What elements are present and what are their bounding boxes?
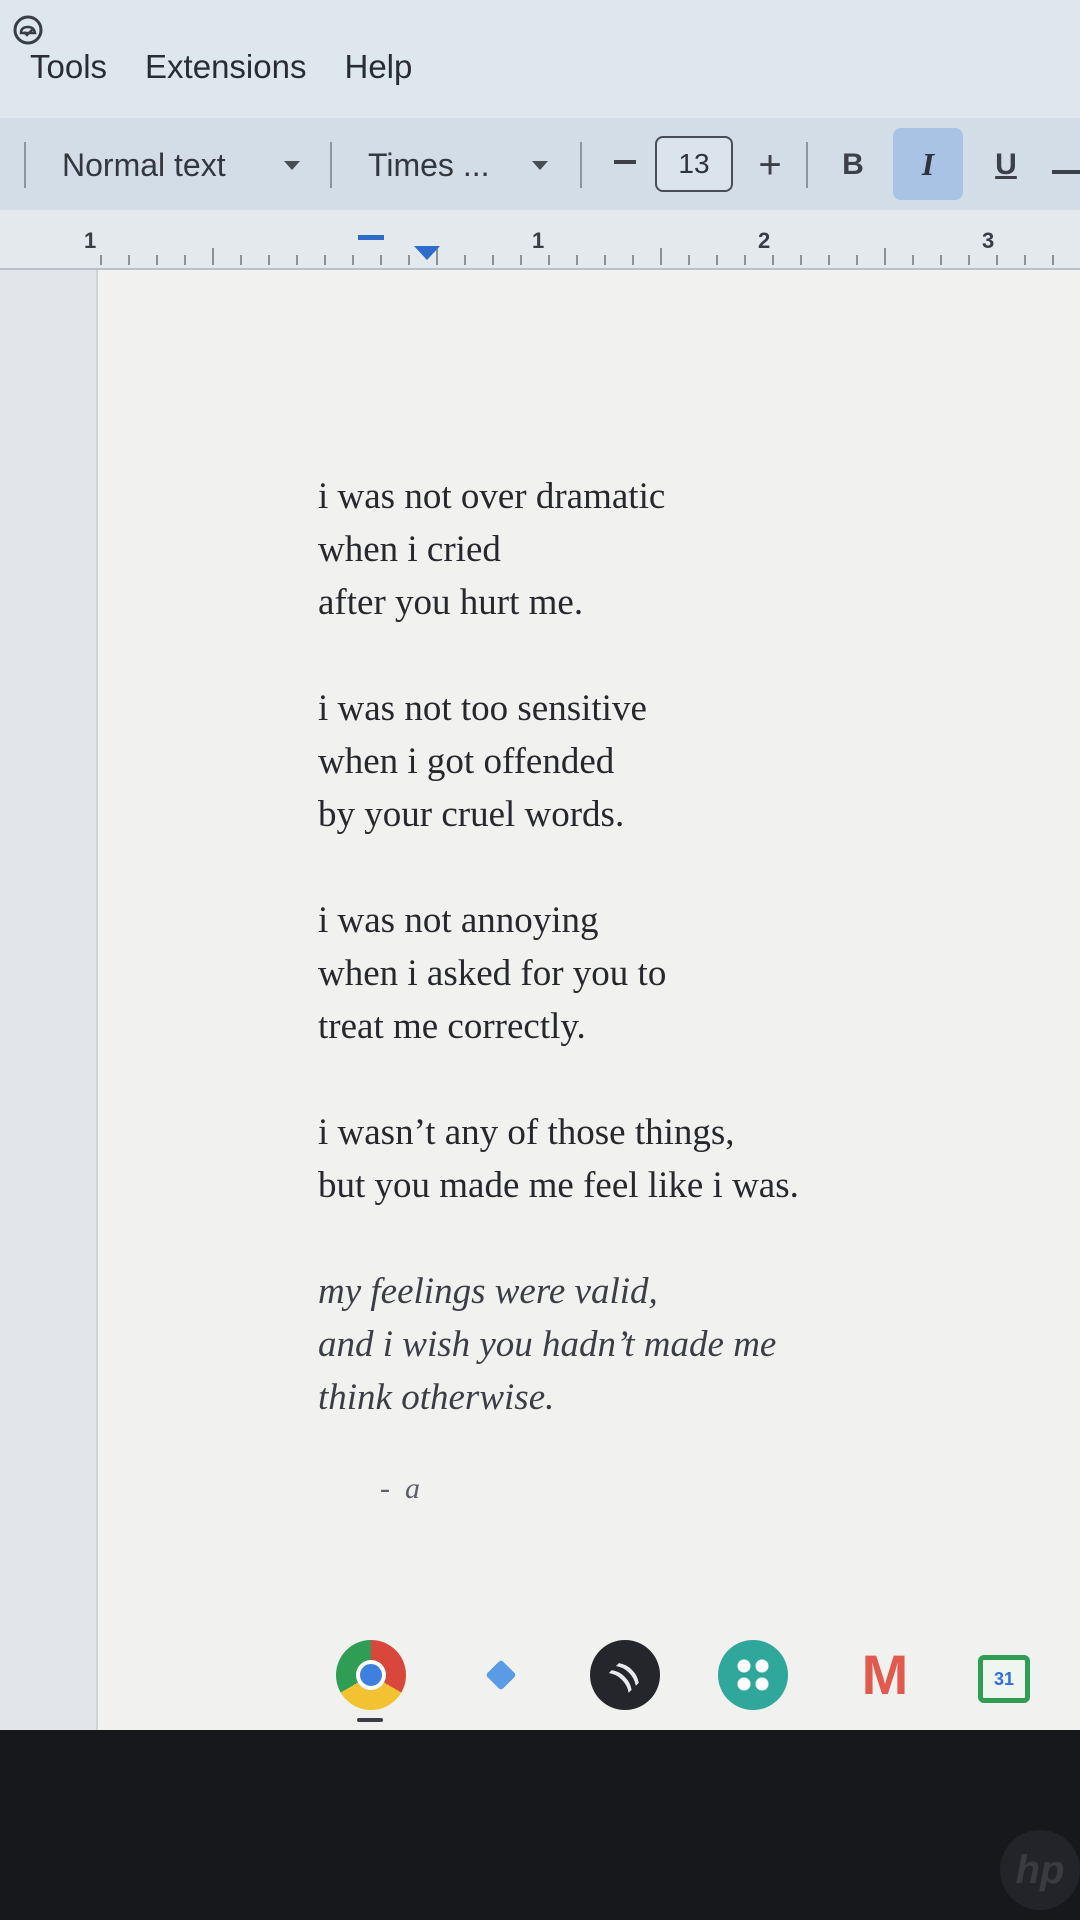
paragraph-style-value: Normal text bbox=[62, 146, 226, 183]
ruler-tick bbox=[576, 255, 578, 265]
toolbar-divider bbox=[806, 142, 808, 188]
ruler-tick bbox=[1024, 255, 1026, 265]
stanza-break bbox=[318, 1053, 799, 1106]
poem-line: treat me correctly. bbox=[318, 1006, 586, 1047]
laptop-bezel bbox=[0, 1730, 1080, 1920]
poem-line: but you made me feel like i was. bbox=[318, 1165, 799, 1206]
ruler-tick bbox=[464, 255, 466, 265]
ruler-tick bbox=[212, 248, 214, 265]
poem-line: i was not annoying bbox=[318, 900, 599, 941]
podcast-icon[interactable] bbox=[590, 1640, 660, 1710]
toolbar-divider bbox=[580, 142, 582, 188]
ruler-tick bbox=[1052, 255, 1054, 265]
poem-text[interactable]: i was not over dramatic when i cried aft… bbox=[318, 470, 799, 1424]
poem-line: when i asked for you to bbox=[318, 953, 667, 994]
ruler-tick bbox=[548, 255, 550, 265]
ruler-tick bbox=[324, 255, 326, 265]
cloud-saved-icon[interactable] bbox=[10, 12, 46, 48]
toolbar-divider bbox=[24, 142, 26, 188]
active-app-indicator bbox=[357, 1718, 383, 1722]
italic-button[interactable]: I bbox=[893, 128, 963, 200]
underline-button[interactable]: U bbox=[988, 140, 1024, 190]
hp-logo-icon: hp bbox=[1000, 1830, 1080, 1910]
ruler-tick bbox=[520, 255, 522, 265]
poem-line: when i got offended bbox=[318, 741, 615, 782]
stanza-break bbox=[318, 841, 799, 894]
ruler-tick bbox=[408, 255, 410, 265]
poem-line: by your cruel words. bbox=[318, 794, 625, 835]
ruler-tick bbox=[800, 255, 802, 265]
toolbar-divider bbox=[330, 142, 332, 188]
decrease-font-size-button[interactable] bbox=[614, 160, 636, 164]
ruler-tick bbox=[688, 255, 690, 265]
ruler-tick bbox=[912, 255, 914, 265]
ruler-tick bbox=[352, 255, 354, 265]
menu-help[interactable]: Help bbox=[344, 48, 412, 86]
increase-font-size-button[interactable]: + bbox=[754, 140, 786, 190]
poem-line: after you hurt me. bbox=[318, 582, 584, 623]
ruler-tick bbox=[240, 255, 242, 265]
bold-button[interactable]: B bbox=[835, 140, 871, 190]
gemini-icon[interactable] bbox=[484, 1658, 518, 1692]
poem-signature: - a bbox=[380, 1472, 420, 1505]
font-size-input[interactable]: 13 bbox=[655, 136, 733, 192]
ruler-tick bbox=[184, 255, 186, 265]
ruler-tick bbox=[100, 255, 102, 265]
chrome-icon[interactable] bbox=[336, 1640, 406, 1710]
ruler-tick bbox=[940, 255, 942, 265]
chevron-down-icon bbox=[284, 160, 300, 170]
poem-line: i wasn’t any of those things, bbox=[318, 1112, 735, 1153]
launcher-icon[interactable] bbox=[718, 1640, 788, 1710]
ruler-tick bbox=[828, 255, 830, 265]
ruler-tick bbox=[492, 255, 494, 265]
ruler-tick bbox=[128, 255, 130, 265]
ruler-label: 2 bbox=[758, 228, 771, 253]
ruler-tick bbox=[632, 255, 634, 265]
ruler-tick bbox=[772, 255, 774, 265]
ruler-label: 3 bbox=[982, 228, 995, 253]
ruler-tick bbox=[716, 255, 718, 265]
first-line-indent-marker[interactable] bbox=[358, 235, 384, 240]
ruler-tick bbox=[604, 255, 606, 265]
ruler-tick bbox=[380, 255, 382, 265]
menu-extensions[interactable]: Extensions bbox=[145, 48, 306, 86]
ruler-label: 1 bbox=[84, 228, 97, 253]
stanza-break bbox=[318, 629, 799, 682]
poem-line: i was not too sensitive bbox=[318, 688, 647, 729]
calendar-icon[interactable] bbox=[978, 1655, 1030, 1703]
font-family-value: Times ... bbox=[368, 146, 490, 183]
font-family-dropdown[interactable]: Times ... bbox=[368, 140, 548, 190]
gmail-icon[interactable]: M bbox=[850, 1640, 920, 1710]
menu-bar: Tools Extensions Help bbox=[30, 48, 412, 86]
ruler-tick bbox=[660, 248, 662, 265]
poem-line-italic: and i wish you hadn’t made me bbox=[318, 1324, 777, 1365]
left-indent-marker[interactable] bbox=[414, 246, 440, 260]
text-color-button[interactable] bbox=[1052, 170, 1080, 174]
poem-line-italic: my feelings were valid, bbox=[318, 1271, 658, 1312]
menu-tools[interactable]: Tools bbox=[30, 48, 107, 86]
ruler-tick bbox=[856, 255, 858, 265]
ruler-tick bbox=[744, 255, 746, 265]
ruler-tick bbox=[996, 255, 998, 265]
ruler-label: 1 bbox=[532, 228, 545, 253]
poem-line: i was not over dramatic bbox=[318, 476, 666, 517]
poem-line-italic: think otherwise. bbox=[318, 1377, 555, 1418]
poem-line: when i cried bbox=[318, 529, 501, 570]
ruler-tick bbox=[156, 255, 158, 265]
stanza-break bbox=[318, 1212, 799, 1265]
ruler-tick bbox=[968, 255, 970, 265]
ruler-tick bbox=[268, 255, 270, 265]
chevron-down-icon bbox=[532, 160, 548, 170]
ruler-tick bbox=[296, 255, 298, 265]
ruler-tick bbox=[884, 248, 886, 265]
paragraph-style-dropdown[interactable]: Normal text bbox=[62, 140, 300, 190]
